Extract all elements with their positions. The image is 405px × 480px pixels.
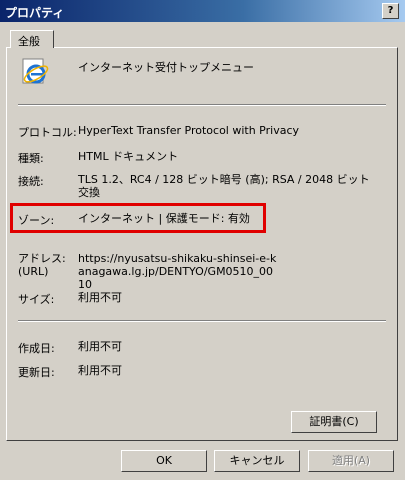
ok-button[interactable]: OK bbox=[121, 450, 207, 472]
connection-label: 接続: bbox=[18, 175, 44, 188]
title-bar[interactable]: プロパティ ? bbox=[0, 0, 405, 22]
size-label: サイズ: bbox=[18, 293, 55, 306]
connection-value: TLS 1.2、RC4 / 128 ビット暗号 (高); RSA / 2048 … bbox=[78, 173, 370, 199]
created-label: 作成日: bbox=[18, 342, 55, 355]
properties-panel bbox=[6, 47, 398, 441]
type-label: 種類: bbox=[18, 152, 44, 165]
apply-button[interactable]: 適用(A) bbox=[308, 450, 394, 472]
type-value: HTML ドキュメント bbox=[78, 150, 179, 163]
modified-label: 更新日: bbox=[18, 366, 55, 379]
address-label: アドレス: (URL) bbox=[18, 252, 66, 278]
size-value: 利用不可 bbox=[78, 291, 122, 304]
tab-general[interactable]: 全般 bbox=[10, 30, 54, 48]
page-name: インターネット受付トップメニュー bbox=[78, 61, 254, 74]
help-button[interactable]: ? bbox=[382, 3, 399, 19]
internet-explorer-icon bbox=[22, 58, 49, 84]
protocol-value: HyperText Transfer Protocol with Privacy bbox=[78, 124, 300, 137]
apply-button-label: 適用(A) bbox=[331, 454, 371, 467]
zone-highlight-box bbox=[10, 203, 266, 233]
separator bbox=[18, 320, 386, 322]
created-value: 利用不可 bbox=[78, 340, 122, 353]
address-value[interactable]: https://nyusatsu-shikaku-shinsei-e-kanag… bbox=[78, 252, 278, 291]
cancel-button[interactable]: キャンセル bbox=[214, 450, 300, 472]
window-title: プロパティ bbox=[5, 6, 65, 20]
separator bbox=[18, 104, 386, 106]
certificate-button[interactable]: 証明書(C) bbox=[291, 411, 377, 433]
modified-value: 利用不可 bbox=[78, 364, 122, 377]
protocol-label: プロトコル: bbox=[18, 126, 77, 139]
